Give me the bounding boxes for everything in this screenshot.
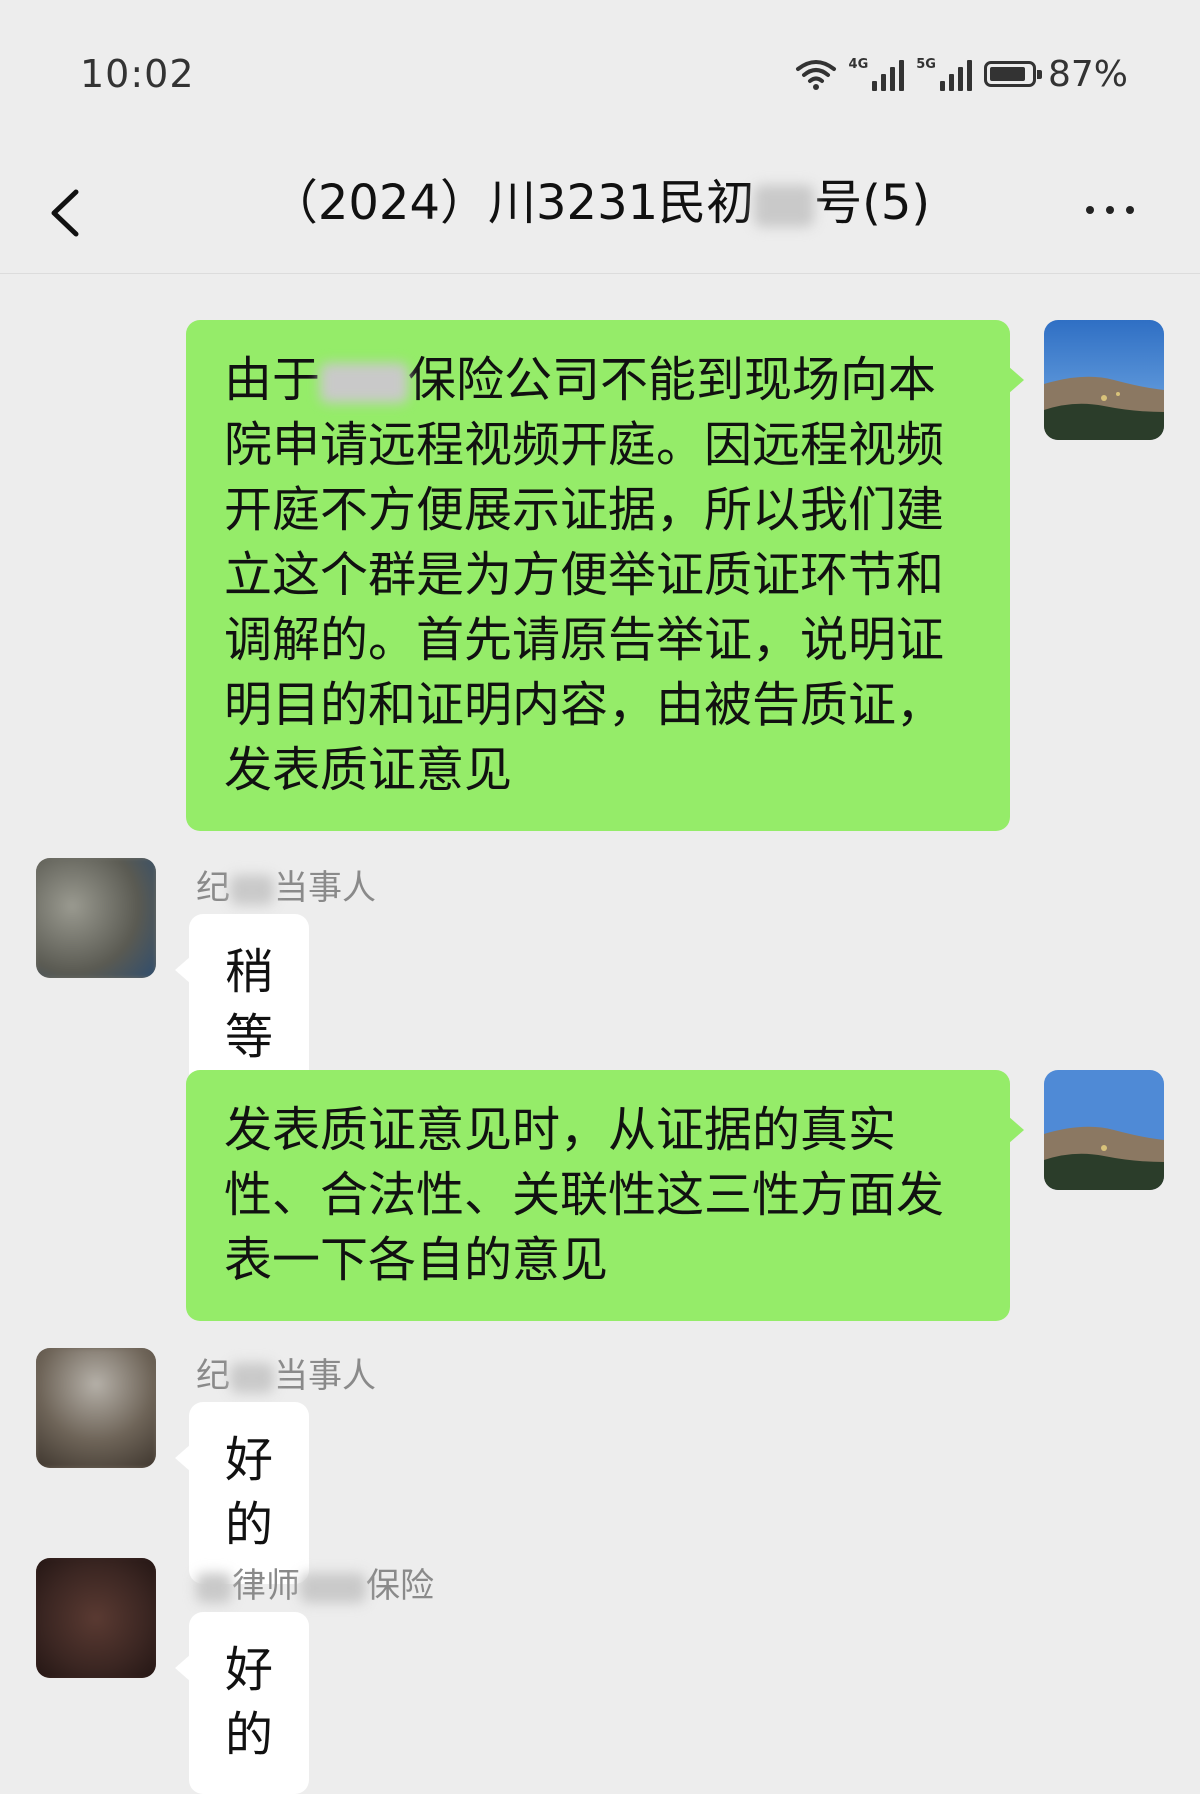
- status-icons: 4G 5G 87%: [795, 52, 1128, 96]
- sender-name: 纪当事人: [196, 1356, 376, 1396]
- message-text: 发表质证意见时，从证据的真实性、合法性、关联性这三性方面发表一下各自的意见: [224, 1102, 945, 1288]
- message-bubble[interactable]: 发表质证意见时，从证据的真实性、合法性、关联性这三性方面发表一下各自的意见: [186, 1070, 1024, 1321]
- battery-percent: 87%: [1047, 53, 1128, 95]
- signal-5g-icon: 5G: [916, 57, 972, 91]
- chevron-left-icon: [51, 189, 79, 237]
- landscape-avatar-image: [1044, 1070, 1164, 1190]
- back-button[interactable]: [40, 170, 100, 250]
- battery-level: [989, 67, 1025, 81]
- chat-title-suffix: 号(5): [814, 175, 931, 231]
- message-bubble[interactable]: 好的: [174, 1402, 310, 1584]
- chat-header: （2024）川3231民初 号(5): [0, 140, 1200, 274]
- more-dots-icon: [1086, 206, 1094, 214]
- battery-icon: [983, 61, 1042, 87]
- message-text-prefix: 由于: [224, 352, 321, 408]
- landscape-avatar-image: [1044, 320, 1164, 440]
- redaction-mark: [196, 1572, 232, 1603]
- status-bar: 10:02 4G 5G 87%: [0, 0, 1200, 140]
- message-text: 好的: [225, 1642, 274, 1763]
- sender-avatar[interactable]: [36, 858, 156, 978]
- chat-title: （2024）川3231民初 号(5): [140, 168, 1060, 238]
- clock: 10:02: [80, 52, 195, 96]
- wifi-icon: [795, 60, 836, 90]
- message-text: 稍等: [225, 944, 274, 1065]
- more-button[interactable]: [1070, 185, 1150, 235]
- message-bubble[interactable]: 好的: [174, 1612, 310, 1794]
- my-avatar[interactable]: [1044, 1070, 1164, 1190]
- message-list[interactable]: 由于 保险公司不能到现场向本院申请远程视频开庭。因远程视频开庭不方便展示证据，所以…: [0, 274, 1200, 1794]
- chat-title-main: （2024）川3231民初: [269, 175, 755, 231]
- message-text: 好的: [225, 1432, 274, 1553]
- redaction-mark: [754, 185, 815, 227]
- redaction-mark: [230, 874, 274, 905]
- redaction-mark: [230, 1362, 274, 1393]
- my-avatar[interactable]: [1044, 320, 1164, 440]
- message-bubble[interactable]: 由于 保险公司不能到现场向本院申请远程视频开庭。因远程视频开庭不方便展示证据，所以…: [186, 320, 1024, 831]
- message-bubble[interactable]: 稍等: [174, 914, 310, 1096]
- message-text: 保险公司不能到现场向本院申请远程视频开庭。因远程视频开庭不方便展示证据，所以我们…: [224, 352, 945, 798]
- signal-4g-icon: 4G: [849, 57, 905, 91]
- sender-name: 律师 保险: [196, 1558, 434, 1607]
- sender-avatar[interactable]: [36, 1348, 156, 1468]
- sender-name: 纪当事人: [196, 868, 376, 908]
- sender-avatar[interactable]: [36, 1558, 156, 1678]
- redaction-mark: [320, 363, 409, 403]
- redaction-mark: [300, 1572, 366, 1603]
